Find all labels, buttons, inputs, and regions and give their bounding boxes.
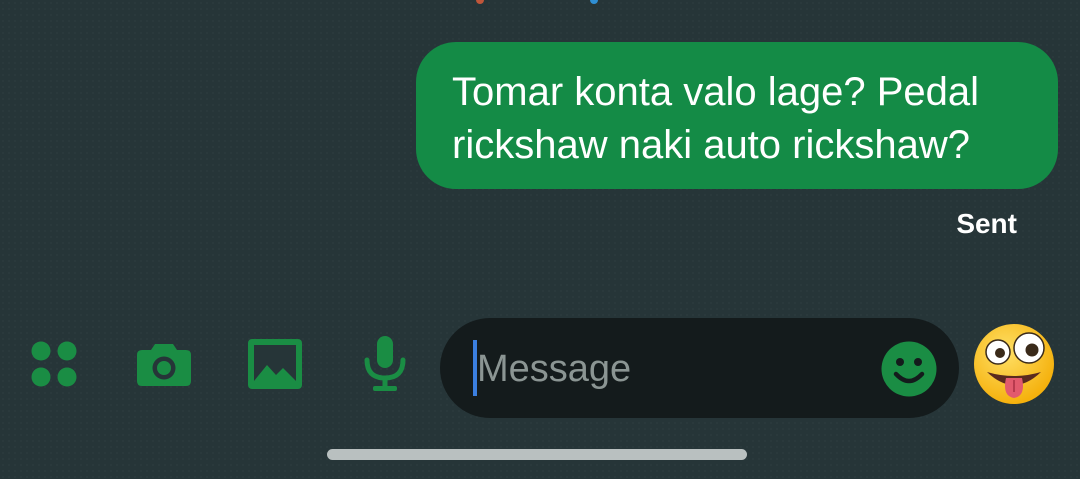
status-indicator-blue	[590, 0, 598, 4]
message-status: Sent	[956, 208, 1017, 239]
microphone-icon	[364, 336, 406, 391]
camera-icon	[137, 344, 191, 386]
sticker-button[interactable]	[972, 322, 1056, 406]
apps-button[interactable]	[24, 334, 84, 394]
outgoing-message-bubble[interactable]: Tomar konta valo lage? Pedal rickshaw na…	[416, 42, 1058, 189]
gallery-icon	[248, 339, 302, 389]
message-input[interactable]	[477, 344, 867, 394]
home-gesture-bar[interactable]	[327, 449, 747, 460]
voice-message-button[interactable]	[355, 334, 415, 394]
emoji-picker-button[interactable]	[880, 340, 938, 398]
emoji-picker-icon	[881, 341, 937, 397]
status-indicator-red	[476, 0, 484, 4]
gallery-button[interactable]	[245, 334, 305, 394]
message-text-line-2: rickshaw naki auto rickshaw?	[452, 123, 970, 167]
message-composer[interactable]	[440, 318, 959, 418]
message-text-line-1: Tomar konta valo lage? Pedal	[452, 70, 979, 114]
apps-icon	[31, 341, 77, 387]
sticker-emoji-icon	[974, 324, 1054, 404]
camera-button[interactable]	[134, 334, 194, 394]
